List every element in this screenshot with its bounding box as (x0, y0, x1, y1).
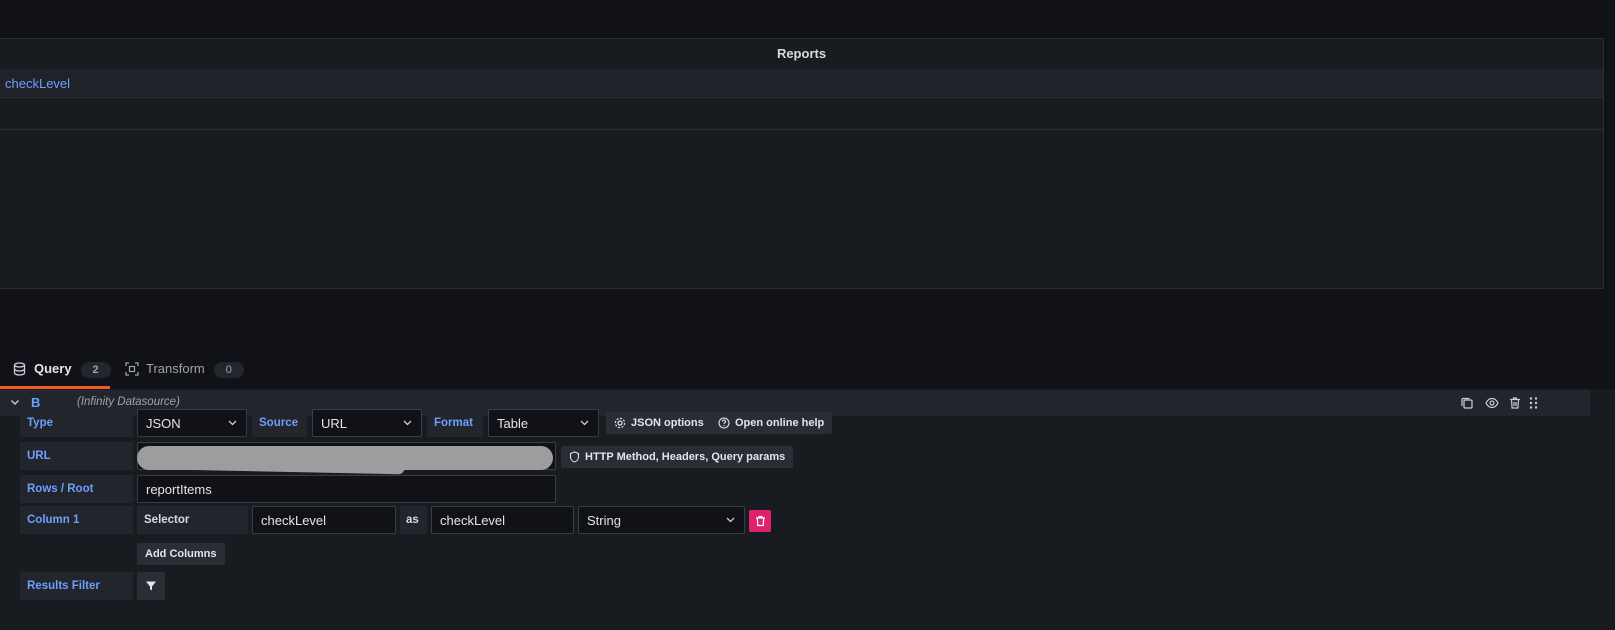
source-label: Source (252, 409, 307, 437)
rows-root-value: reportItems (146, 481, 212, 497)
rows-root-label: Rows / Root (20, 475, 133, 503)
results-filter-label: Results Filter (20, 572, 133, 600)
url-label: URL (20, 442, 133, 470)
shield-icon (569, 451, 580, 463)
chevron-down-icon (726, 517, 735, 523)
column-type-select[interactable]: String (578, 506, 745, 534)
tab-query-label: Query (34, 361, 72, 376)
results-filter-button[interactable] (137, 572, 165, 600)
open-online-help-label: Open online help (735, 417, 825, 429)
table-panel: Reports checkLevel (0, 38, 1604, 289)
transform-icon (125, 362, 139, 376)
question-circle-icon (718, 417, 730, 429)
alias-input[interactable]: checkLevel (431, 506, 574, 534)
json-options-button[interactable]: JSON options (606, 412, 712, 434)
add-columns-label: Add Columns (145, 548, 217, 560)
http-settings-button[interactable]: HTTP Method, Headers, Query params (561, 446, 794, 468)
table-cell[interactable]: checkLevel (5, 76, 70, 91)
alias-value: checkLevel (440, 512, 506, 528)
open-online-help-button[interactable]: Open online help (710, 412, 833, 434)
database-icon (13, 362, 27, 376)
drag-handle-icon[interactable] (1527, 396, 1541, 410)
tab-transform[interactable]: Transform 0 (125, 361, 244, 389)
selector-label: Selector (137, 506, 248, 534)
selector-value: checkLevel (261, 512, 327, 528)
gear-icon (614, 417, 626, 429)
add-columns-button[interactable]: Add Columns (137, 543, 225, 565)
type-select[interactable]: JSON (137, 409, 247, 437)
source-select[interactable]: URL (312, 409, 422, 437)
delete-column-button[interactable] (749, 510, 771, 532)
tab-query[interactable]: Query 2 (13, 361, 111, 389)
collapse-chevron-icon[interactable] (9, 396, 21, 408)
table-row (0, 99, 1603, 130)
filter-icon (146, 581, 156, 591)
query-ref-id[interactable]: B (31, 395, 40, 410)
selector-input[interactable]: checkLevel (252, 506, 396, 534)
tab-transform-label: Transform (146, 361, 205, 376)
trash-icon (755, 516, 765, 527)
type-label: Type (20, 409, 133, 437)
panel-title: Reports (776, 46, 827, 61)
json-options-label: JSON options (631, 417, 704, 429)
chevron-down-icon (580, 420, 589, 426)
column-type-value: String (587, 512, 621, 528)
eye-icon[interactable] (1485, 396, 1499, 410)
trash-icon[interactable] (1508, 396, 1522, 410)
column-1-label: Column 1 (20, 506, 133, 534)
table-row[interactable]: checkLevel (0, 69, 1603, 98)
query-count-badge: 2 (80, 362, 111, 378)
as-label: as (400, 506, 427, 534)
format-label: Format (427, 409, 483, 437)
source-select-value: URL (321, 415, 348, 431)
transform-count-badge: 0 (213, 362, 244, 378)
duplicate-query-icon[interactable] (1460, 396, 1474, 410)
chevron-down-icon (228, 420, 237, 426)
format-select[interactable]: Table (488, 409, 599, 437)
rows-root-input[interactable]: reportItems (137, 475, 556, 503)
chevron-down-icon (403, 420, 412, 426)
type-select-value: JSON (146, 415, 181, 431)
format-select-value: Table (497, 415, 529, 431)
http-settings-label: HTTP Method, Headers, Query params (585, 451, 786, 463)
query-datasource-name: (Infinity Datasource) (77, 396, 180, 408)
